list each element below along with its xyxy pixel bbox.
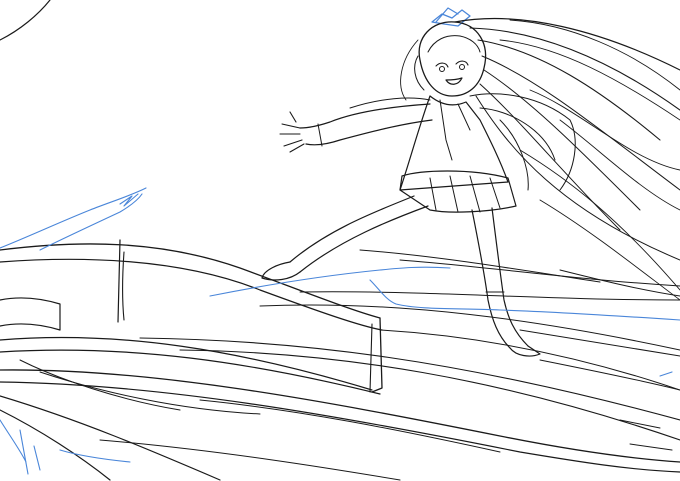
outstretched-arm	[279, 97, 433, 153]
character-head	[414, 21, 487, 97]
sketch-canvas	[0, 0, 680, 481]
character-skirt	[399, 170, 517, 213]
speed-lines	[99, 249, 680, 481]
character-legs	[261, 195, 541, 357]
line-sketch	[0, 0, 680, 481]
character-torso	[399, 93, 576, 191]
flowing-hair	[400, 17, 680, 301]
corner-arc	[0, 0, 51, 41]
